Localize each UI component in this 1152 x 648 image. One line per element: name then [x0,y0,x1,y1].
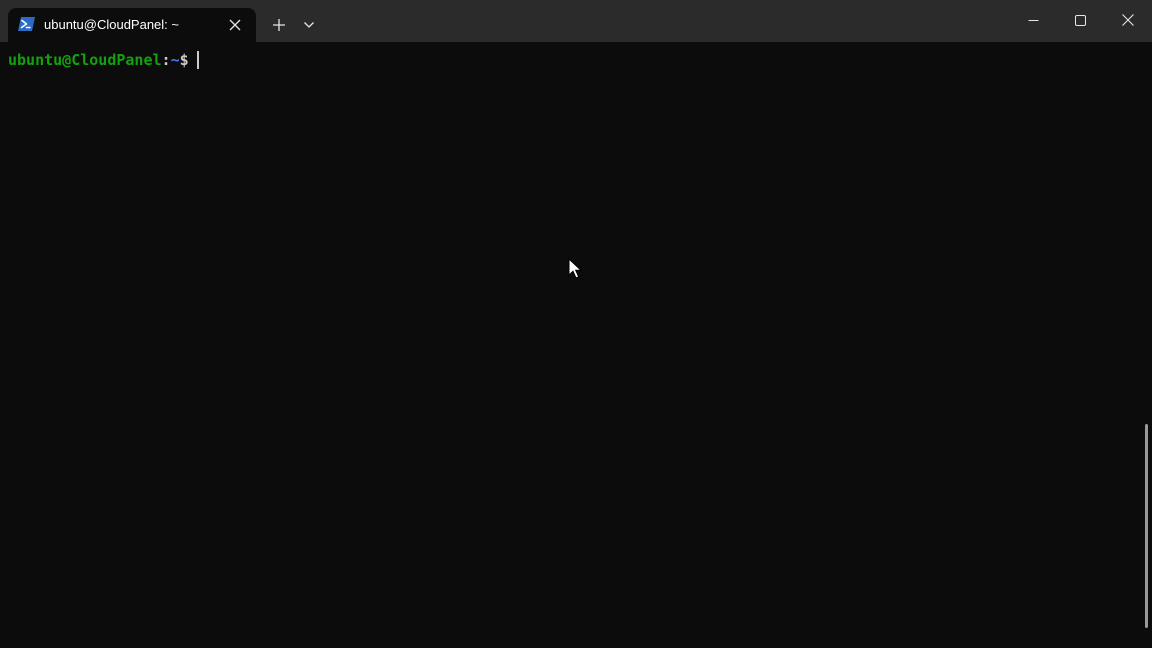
scrollbar-thumb[interactable] [1145,424,1148,628]
minimize-icon [1028,19,1038,21]
tab-active[interactable]: ubuntu@CloudPanel: ~ [8,8,256,42]
window-close-button[interactable] [1105,0,1151,40]
prompt-symbol: $ [179,51,189,69]
powershell-icon [18,17,35,31]
terminal-window: ubuntu@CloudPanel: ~ ubuntu@CloudPanel:~… [0,0,1152,648]
prompt-path: ~ [170,51,180,69]
title-bar[interactable]: ubuntu@CloudPanel: ~ [0,0,1152,42]
tab-close-button[interactable] [222,12,248,38]
prompt-separator: : [161,51,171,69]
maximize-icon [1074,14,1086,26]
new-tab-button[interactable] [266,12,292,38]
mouse-pointer-icon [568,258,583,279]
plus-icon [273,19,285,31]
maximize-button[interactable] [1057,0,1103,40]
prompt-user-host: ubuntu@CloudPanel [8,51,162,69]
close-icon [229,19,241,31]
terminal-output[interactable]: ubuntu@CloudPanel:~$ [0,42,1152,648]
tab-title: ubuntu@CloudPanel: ~ [44,17,179,32]
text-cursor [196,51,199,69]
tab-dropdown-button[interactable] [297,12,321,38]
minimize-button[interactable] [1010,0,1056,40]
chevron-down-icon [304,22,314,28]
prompt-line: ubuntu@CloudPanel:~$ [8,51,199,69]
close-icon [1122,14,1134,26]
